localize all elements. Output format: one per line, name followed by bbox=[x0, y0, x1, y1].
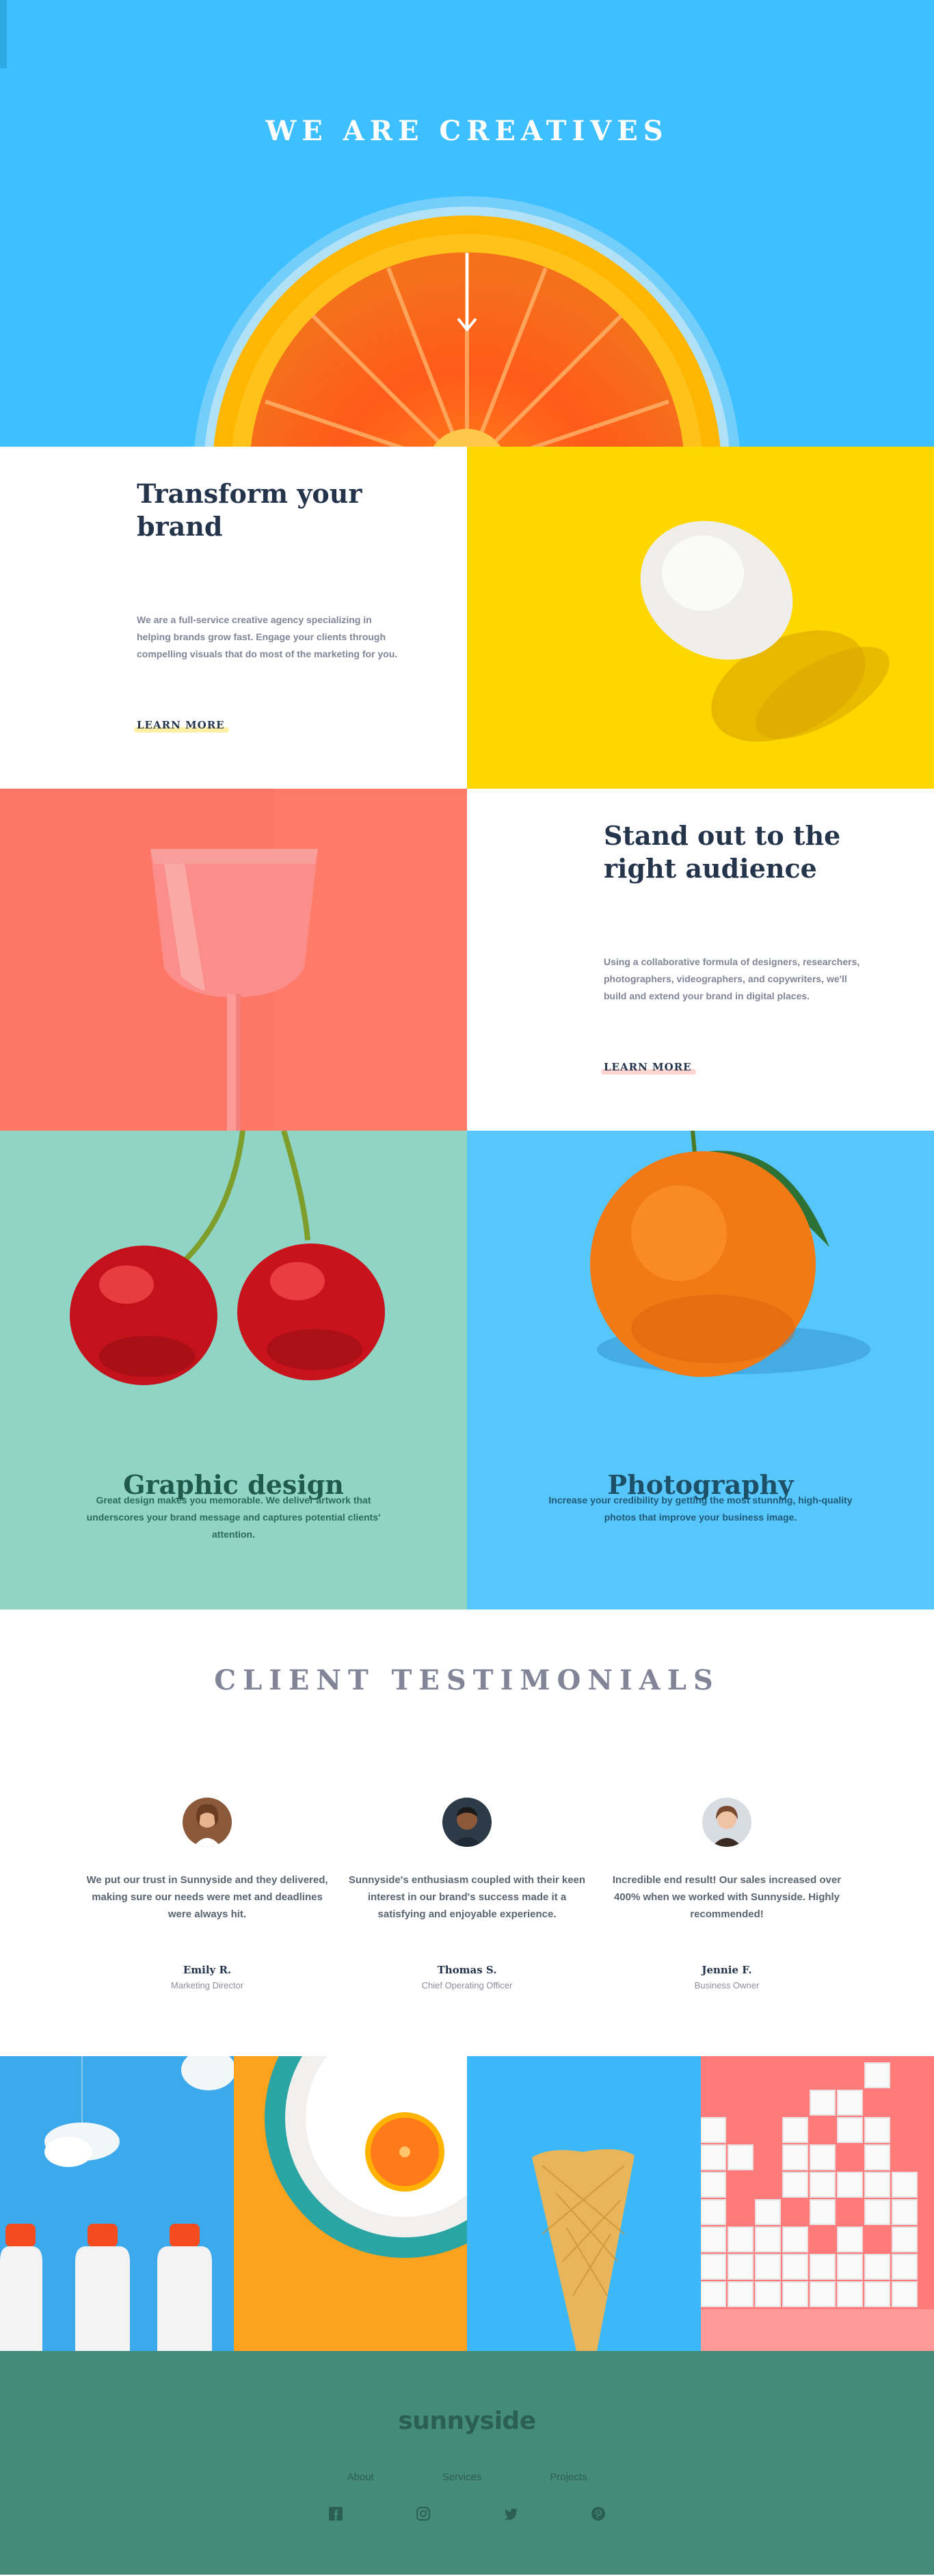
glass-image bbox=[0, 789, 467, 1131]
gallery-ice-cream-cone bbox=[467, 2056, 701, 2351]
social-links bbox=[0, 2506, 934, 2521]
learn-more-label: LEARN MORE bbox=[137, 719, 225, 731]
gallery-milk-bottles bbox=[0, 2056, 234, 2351]
transform-learn-more-link[interactable]: LEARN MORE bbox=[134, 719, 229, 733]
testimonial-card: Incredible end result! Our sales increas… bbox=[604, 1798, 850, 1990]
audience-learn-more-link[interactable]: LEARN MORE bbox=[601, 1061, 696, 1075]
twitter-icon[interactable] bbox=[503, 2506, 518, 2521]
photography-body: Increase your credibility by getting the… bbox=[548, 1495, 853, 1523]
testimonial-role: Marketing Director bbox=[170, 1980, 244, 1990]
testimonials-title: CLIENT TESTIMONIALS bbox=[214, 1664, 720, 1696]
hero-section: WE ARE CREATIVES bbox=[0, 0, 934, 447]
gallery-orange-plate bbox=[233, 2056, 467, 2351]
footer-link-about[interactable]: About bbox=[347, 2471, 374, 2483]
hero-corner-accent bbox=[0, 0, 7, 68]
transform-text-block: Transform your brand We are a full-servi… bbox=[0, 447, 467, 789]
egg-image bbox=[467, 447, 934, 789]
audience-heading: Stand out to the right audience bbox=[604, 820, 841, 884]
testimonial-card: We put our trust in Sunnyside and they d… bbox=[84, 1798, 330, 1990]
testimonial-quote: Incredible end result! Our sales increas… bbox=[612, 1874, 842, 1920]
arrow-down-icon[interactable] bbox=[457, 253, 477, 335]
gallery bbox=[0, 2056, 934, 2351]
testimonial-card: Sunnyside's enthusiasm coupled with thei… bbox=[344, 1798, 590, 1990]
audience-body: Using a collaborative formula of designe… bbox=[604, 956, 860, 1001]
cherries-image bbox=[70, 1131, 385, 1385]
footer-link-services[interactable]: Services bbox=[442, 2471, 482, 2483]
avatar-thomas bbox=[442, 1798, 492, 1847]
testimonial-role: Chief Operating Officer bbox=[421, 1980, 513, 1990]
learn-more-label: LEARN MORE bbox=[604, 1061, 692, 1073]
feature-row-1: Transform your brand We are a full-servi… bbox=[0, 447, 934, 789]
footer-logo[interactable]: sunnyside bbox=[0, 2407, 934, 2435]
avatar-jennie bbox=[702, 1798, 751, 1847]
footer-link-projects[interactable]: Projects bbox=[550, 2471, 587, 2483]
graphic-design-body: Great design makes you memorable. We del… bbox=[86, 1495, 381, 1540]
facebook-icon[interactable] bbox=[328, 2506, 343, 2521]
photography-block: Photography Increase your credibility by… bbox=[467, 1131, 934, 1609]
transform-heading: Transform your brand bbox=[137, 478, 362, 542]
testimonial-role: Business Owner bbox=[694, 1980, 760, 1990]
gallery-sugar-cubes bbox=[700, 2056, 934, 2351]
hero-title: WE ARE CREATIVES bbox=[265, 115, 669, 147]
testimonial-name: Thomas S. bbox=[437, 1964, 497, 1976]
feature-row-2: Stand out to the right audience Using a … bbox=[0, 789, 934, 1131]
testimonial-quote: We put our trust in Sunnyside and they d… bbox=[86, 1874, 328, 1920]
audience-text-block: Stand out to the right audience Using a … bbox=[467, 789, 934, 1131]
footer: sunnyside About Services Projects bbox=[0, 2351, 934, 2575]
pinterest-icon[interactable] bbox=[591, 2506, 606, 2521]
feature-row-3: Graphic design Great design makes you me… bbox=[0, 1131, 934, 1609]
testimonial-name: Emily R. bbox=[183, 1964, 232, 1976]
orange-image bbox=[590, 1131, 870, 1377]
testimonial-name: Jennie F. bbox=[702, 1964, 752, 1976]
graphic-design-block: Graphic design Great design makes you me… bbox=[0, 1131, 467, 1609]
testimonials-section: CLIENT TESTIMONIALS We put our trust in … bbox=[0, 1609, 934, 2056]
instagram-icon[interactable] bbox=[416, 2506, 431, 2521]
transform-body: We are a full-service creative agency sp… bbox=[137, 614, 398, 659]
avatar-emily bbox=[183, 1798, 232, 1847]
footer-nav: About Services Projects bbox=[0, 2471, 934, 2483]
testimonial-quote: Sunnyside's enthusiasm coupled with thei… bbox=[348, 1874, 586, 1920]
